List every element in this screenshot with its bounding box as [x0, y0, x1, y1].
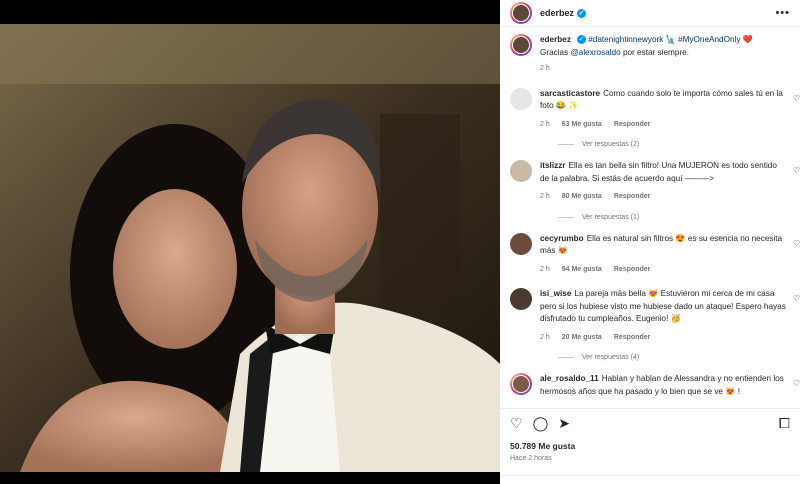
comments-list[interactable]: ederbez ✓ #datenightinnewyork 🗽 #MyOneAnd… — [500, 34, 800, 400]
comment-item: itslizzr Ella es tan bella sin filtro! Un… — [500, 160, 800, 204]
view-replies[interactable]: Ver respuestas (4) — [558, 354, 800, 361]
post-panel: ederbez ✓ ••• ederbez ✓ #datenightinnewyor… — [500, 0, 800, 484]
share-icon[interactable]: ➤ — [558, 415, 570, 431]
comment-text: Ella es tan bella sin filtro! Una MUJERO… — [540, 161, 777, 183]
caption-username[interactable]: ederbez — [540, 35, 571, 44]
view-replies[interactable]: Ver respuestas (1) — [558, 214, 800, 221]
caption-text-pre: Gracias — [540, 47, 571, 57]
comment-likes[interactable]: 20 Me gusta — [562, 332, 602, 345]
comment-time: 2 h — [540, 333, 550, 341]
save-icon[interactable]: ⧠ — [779, 415, 790, 431]
add-comment-bar[interactable] — [500, 475, 800, 484]
post-photo[interactable] — [0, 24, 500, 472]
author-avatar[interactable] — [510, 2, 532, 24]
comment-text: La pareja más bella 😻 Estuvieron mi cerc… — [540, 289, 786, 323]
commenter-avatar[interactable] — [510, 288, 532, 310]
comment-item: ale_rosaldo_11 Hablan y hablan de Alessan… — [500, 373, 800, 398]
caption-hashtags[interactable]: #datenightinnewyork 🗽 #MyOneAndOnly ❤️ — [588, 35, 753, 44]
more-options-icon[interactable]: ••• — [775, 7, 790, 19]
like-comment-icon[interactable]: ♡ — [793, 94, 800, 103]
comment-username[interactable]: ale_rosaldo_11 — [540, 374, 599, 383]
comment-likes[interactable]: 63 Me gusta — [562, 119, 602, 132]
caption-text-post: por estar siempre. — [620, 47, 689, 57]
caption: ederbez ✓ #datenightinnewyork 🗽 #MyOneAnd… — [500, 34, 800, 76]
author-username[interactable]: ederbez ✓ — [540, 8, 587, 19]
commenter-avatar[interactable] — [510, 373, 532, 395]
comment-icon[interactable]: ◯ — [533, 415, 549, 431]
photo-illustration — [0, 24, 500, 472]
likes-count[interactable]: 50.789 Me gusta — [500, 431, 800, 451]
reply-button[interactable]: Responder — [614, 264, 651, 277]
like-comment-icon[interactable]: ♡ — [793, 166, 800, 175]
verified-icon: ✓ — [577, 9, 587, 19]
verified-icon: ✓ — [576, 35, 586, 45]
view-replies[interactable]: Ver respuestas (2) — [558, 141, 800, 148]
post-footer: ♡ ◯ ➤ ⧠ 50.789 Me gusta Hace 2 horas — [500, 408, 800, 462]
comment-likes[interactable]: 80 Me gusta — [562, 191, 602, 204]
comment-item: sarcasticastore Como cuando solo te impor… — [500, 87, 800, 132]
like-comment-icon[interactable]: ♡ — [793, 239, 800, 248]
comment-likes[interactable]: 94 Me gusta — [562, 264, 602, 277]
commenter-avatar[interactable] — [510, 87, 532, 110]
reply-button[interactable]: Responder — [614, 332, 651, 345]
comment-time: 2 h — [540, 265, 550, 273]
replies-divider — [558, 216, 574, 218]
commenter-avatar[interactable] — [510, 232, 532, 255]
caption-time: 2 h — [540, 65, 550, 72]
reply-button[interactable]: Responder — [614, 191, 651, 204]
reply-button[interactable]: Responder — [614, 119, 651, 132]
like-comment-icon[interactable]: ♡ — [793, 379, 800, 388]
commenter-avatar[interactable] — [510, 160, 532, 182]
comment-username[interactable]: isi_wise — [540, 289, 571, 298]
like-icon[interactable]: ♡ — [510, 415, 523, 431]
like-comment-icon[interactable]: ♡ — [793, 294, 800, 303]
caption-mention[interactable]: @alexrosaldo — [570, 48, 620, 57]
comment-item: cecyrumbo Ella es natural sin filtros 😍 e… — [500, 232, 800, 277]
comment-username[interactable]: cecyrumbo — [540, 234, 584, 243]
author-avatar[interactable] — [510, 34, 532, 56]
comment-username[interactable]: itslizzr — [540, 161, 565, 170]
comment-time: 2 h — [540, 193, 550, 200]
post-header: ederbez ✓ ••• — [500, 0, 800, 27]
comment-username[interactable]: sarcasticastore — [540, 89, 600, 98]
replies-divider — [558, 144, 574, 145]
post-time: Hace 2 horas — [510, 455, 552, 462]
replies-divider — [558, 357, 574, 358]
comment-item: isi_wise La pareja más bella 😻 Estuvieron… — [500, 288, 800, 344]
comment-time: 2 h — [540, 120, 550, 128]
action-bar: ♡ ◯ ➤ ⧠ — [500, 409, 800, 431]
